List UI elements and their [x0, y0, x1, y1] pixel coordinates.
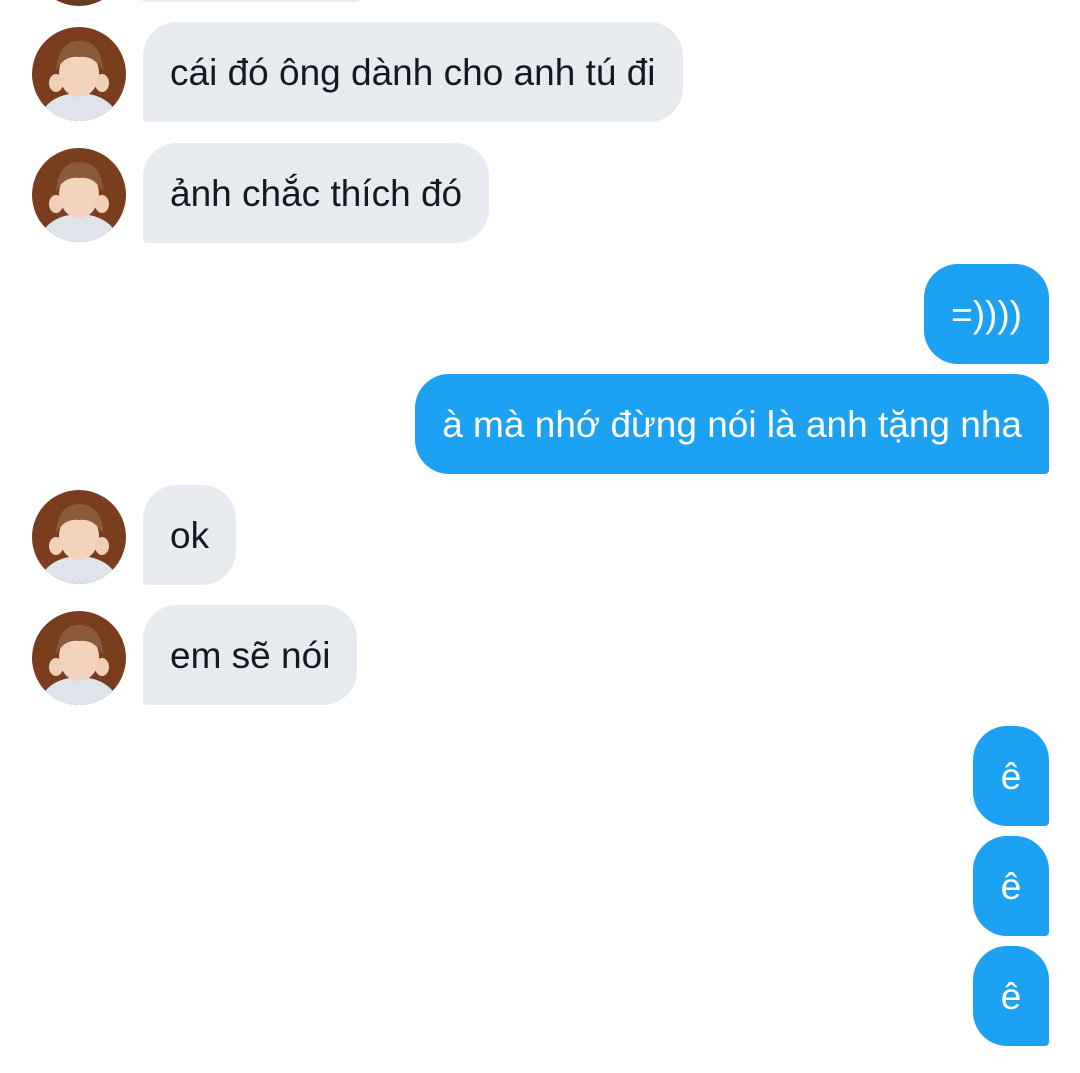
message-bubble-incoming[interactable]: ảnh chắc thích đó	[143, 143, 490, 243]
message-text: ok	[170, 514, 210, 556]
profile-photo	[32, 148, 126, 242]
message-bubble-incoming[interactable]	[143, 0, 383, 2]
message-bubble-outgoing[interactable]: ê	[973, 946, 1049, 1046]
message-bubble-outgoing[interactable]: à mà nhớ đừng nói là anh tặng nha	[415, 374, 1049, 474]
message-text: ảnh chắc thích đó	[170, 172, 463, 214]
avatar[interactable]	[32, 611, 126, 705]
avatar[interactable]	[32, 148, 126, 242]
message-text: =))))	[951, 293, 1022, 335]
avatar[interactable]	[32, 27, 126, 121]
profile-photo	[32, 490, 126, 584]
message-text: à mà nhớ đừng nói là anh tặng nha	[442, 403, 1022, 445]
message-text: ê	[1000, 755, 1022, 797]
message-bubble-outgoing[interactable]: ê	[973, 726, 1049, 826]
message-text: ê	[1000, 865, 1022, 907]
message-bubble-incoming[interactable]: ok	[143, 485, 237, 585]
chat-thread: cái đó ông dành cho anh tú đi ảnh chắc t…	[0, 0, 1080, 1073]
message-bubble-incoming[interactable]: cái đó ông dành cho anh tú đi	[143, 22, 683, 122]
message-bubble-incoming[interactable]: em sẽ nói	[143, 605, 358, 705]
message-bubble-outgoing[interactable]: =))))	[924, 264, 1049, 364]
profile-photo	[32, 611, 126, 705]
message-text: ê	[1000, 975, 1022, 1017]
message-text: em sẽ nói	[170, 634, 331, 676]
message-text: cái đó ông dành cho anh tú đi	[170, 51, 656, 93]
avatar[interactable]	[32, 0, 126, 6]
message-bubble-outgoing[interactable]: ê	[973, 836, 1049, 936]
profile-photo	[32, 27, 126, 121]
avatar[interactable]	[32, 490, 126, 584]
